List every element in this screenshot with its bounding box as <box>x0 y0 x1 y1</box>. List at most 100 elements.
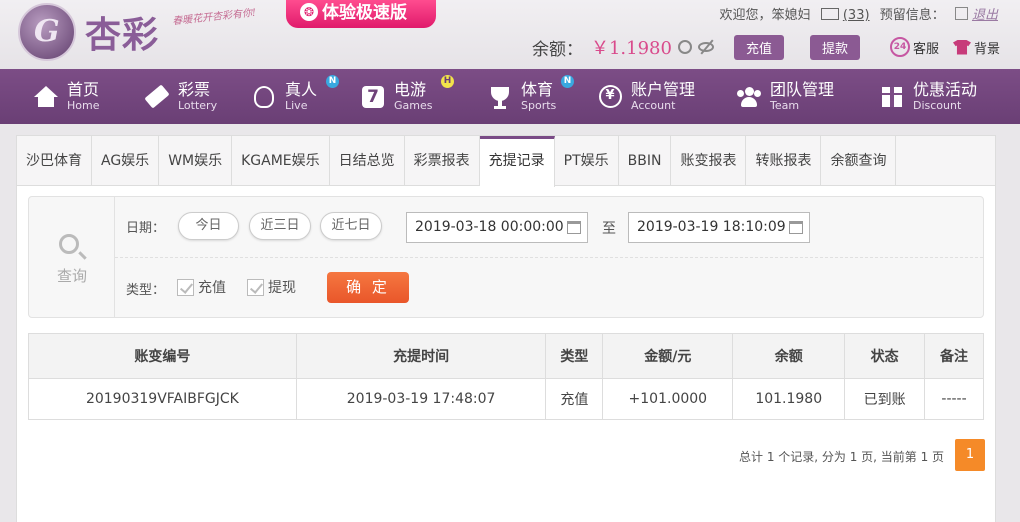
messages-link[interactable]: (33) <box>820 8 870 23</box>
live-dealer-icon <box>251 84 277 110</box>
shirt-icon <box>952 39 971 55</box>
nav-label: 电游 <box>394 79 427 99</box>
nav-home[interactable]: 首页 Home <box>33 69 144 124</box>
to-label: 至 <box>602 221 616 237</box>
nav-sublabel: Team <box>770 98 800 112</box>
promo-label: 体验极速版 <box>322 3 407 23</box>
filter-divider <box>115 257 983 258</box>
deposit-button[interactable]: 充值 <box>733 34 784 60</box>
nav-label: 首页 <box>67 79 100 99</box>
background-link[interactable]: 背景 <box>943 38 1000 57</box>
hot-badge: H <box>441 75 454 88</box>
col-status: 状态 <box>844 333 926 379</box>
cell-time: 2019-03-19 17:48:07 <box>295 378 547 420</box>
query-side: 查询 <box>29 197 115 317</box>
tab-lottery-report[interactable]: 彩票报表 <box>405 136 480 186</box>
promo-fast-version-button[interactable]: ❂ 体验极速版 <box>286 0 436 28</box>
type-label: 类型： <box>126 283 166 298</box>
start-date-value: 2019-03-18 00:00:00 <box>415 219 564 235</box>
nav-label: 团队管理 <box>770 79 835 99</box>
search-icon <box>59 234 79 254</box>
new-badge: N <box>561 75 574 88</box>
support-24-icon: 24 <box>889 37 910 57</box>
cell-balance: 101.1980 <box>732 378 846 420</box>
query-label: 查询 <box>56 267 87 285</box>
gift-icon <box>879 84 905 110</box>
content-panel: 沙巴体育 AG娱乐 WM娱乐 KGAME娱乐 日结总览 彩票报表 充提记录 PT… <box>16 135 996 522</box>
home-icon <box>33 84 59 110</box>
nav-discount[interactable]: 优惠活动 Discount <box>879 69 989 124</box>
yen-coin-icon: ¥ <box>597 84 623 110</box>
nav-sublabel: Account <box>631 98 676 112</box>
col-time: 充提时间 <box>295 333 547 379</box>
trophy-icon <box>487 84 513 110</box>
filter-box: 查询 日期： 今日 近三日 近七日 2019-03-18 00:00:00 至 … <box>28 196 984 318</box>
col-type: 类型 <box>545 333 604 379</box>
nav-label: 彩票 <box>178 79 211 99</box>
start-date-input[interactable]: 2019-03-18 00:00:00 <box>406 212 588 243</box>
tab-account-change-report[interactable]: 账变报表 <box>671 136 747 186</box>
date-label: 日期： <box>126 221 166 236</box>
slogan: 春暖花开杏彩有你! <box>171 7 257 28</box>
end-date-input[interactable]: 2019-03-19 18:10:09 <box>628 212 810 243</box>
page-button-current[interactable]: 1 <box>955 439 985 471</box>
withdraw-button[interactable]: 提款 <box>809 34 860 60</box>
nav-lottery[interactable]: 彩票 Lottery <box>144 69 251 124</box>
tab-kgame[interactable]: KGAME娱乐 <box>232 136 330 186</box>
hide-balance-icon[interactable] <box>697 42 714 52</box>
range-3days-button[interactable]: 近三日 <box>249 212 311 240</box>
nav-games[interactable]: 7 电游 Games H <box>360 69 487 124</box>
tab-wm[interactable]: WM娱乐 <box>159 136 233 186</box>
nav-label: 账户管理 <box>631 79 696 99</box>
records-table: 账变编号 充提时间 类型 金额/元 余额 状态 备注 20190319VFAIB… <box>28 333 984 420</box>
logo-text[interactable]: 杏彩 <box>85 6 159 58</box>
nav-account[interactable]: ¥ 账户管理 Account <box>597 69 736 124</box>
nav-sports[interactable]: 体育 Sports N <box>487 69 597 124</box>
balance-value: ￥1.1980 <box>590 38 672 59</box>
type-deposit-checkbox[interactable]: 充值 <box>177 277 226 297</box>
cell-type: 充值 <box>545 378 604 420</box>
cell-amount: +101.0000 <box>602 378 734 420</box>
nav-label: 优惠活动 <box>913 79 978 99</box>
cell-remark: ----- <box>924 378 984 420</box>
logout-link[interactable]: 退出 <box>954 4 998 23</box>
welcome-text: 欢迎您，笨媳妇 <box>720 4 811 23</box>
nav-sublabel: Discount <box>913 98 962 112</box>
logo-glyph: G <box>34 14 60 49</box>
customer-service-link[interactable]: 24 客服 <box>889 37 939 57</box>
end-date-value: 2019-03-19 18:10:09 <box>637 219 786 235</box>
service-label: 客服 <box>912 41 939 57</box>
nav-sublabel: Lottery <box>178 98 218 112</box>
seven-glyph: 7 <box>362 85 384 108</box>
range-today-button[interactable]: 今日 <box>178 212 239 240</box>
nav-sublabel: Home <box>67 98 100 112</box>
team-icon <box>736 84 762 110</box>
nav-team[interactable]: 团队管理 Team <box>736 69 879 124</box>
main-nav: 首页 Home 彩票 Lottery 真人 Live N 7 电游 Games H 体育… <box>0 69 1020 124</box>
tab-ag[interactable]: AG娱乐 <box>92 136 160 186</box>
tab-pt[interactable]: PT娱乐 <box>555 136 619 186</box>
tab-balance-query[interactable]: 余额查询 <box>821 136 897 186</box>
tab-bbin[interactable]: BBIN <box>619 136 672 186</box>
top-info-bar: 欢迎您，笨媳妇 (33) 预留信息： 退出 <box>714 4 998 23</box>
nav-live[interactable]: 真人 Live N <box>251 69 360 124</box>
calendar-icon[interactable] <box>789 221 803 234</box>
refresh-icon[interactable] <box>677 40 692 54</box>
mail-icon <box>820 8 839 20</box>
confirm-button[interactable]: 确 定 <box>327 272 409 303</box>
nav-sublabel: Sports <box>521 98 557 112</box>
type-withdraw-checkbox[interactable]: 提现 <box>247 277 296 297</box>
table-row: 20190319VFAIBFGJCK 2019-03-19 17:48:07 充… <box>28 378 984 420</box>
report-tabs: 沙巴体育 AG娱乐 WM娱乐 KGAME娱乐 日结总览 彩票报表 充提记录 PT… <box>17 136 995 187</box>
ticket-icon <box>144 84 170 110</box>
range-7days-button[interactable]: 近七日 <box>320 212 382 240</box>
tab-saba-sports[interactable]: 沙巴体育 <box>17 136 92 186</box>
logo-icon[interactable]: G <box>18 3 76 61</box>
tab-deposit-withdraw-records[interactable]: 充提记录 <box>479 136 555 187</box>
message-count: (33) <box>842 8 870 23</box>
tab-transfer-report[interactable]: 转账报表 <box>746 136 822 186</box>
calendar-icon[interactable] <box>567 221 581 234</box>
table-header-row: 账变编号 充提时间 类型 金额/元 余额 状态 备注 <box>28 333 984 379</box>
edit-icon <box>954 7 968 20</box>
tab-daily-summary[interactable]: 日结总览 <box>330 136 405 186</box>
